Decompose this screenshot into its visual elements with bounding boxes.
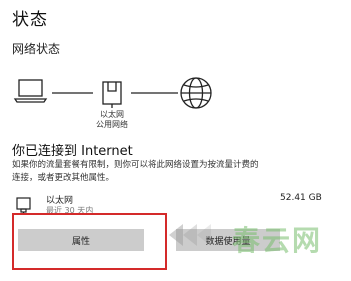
- network-profile: 公用网络: [96, 120, 128, 129]
- ethernet-icon: [102, 81, 122, 108]
- properties-button[interactable]: 属性: [18, 229, 144, 251]
- connection-description: 如果你的流量套餐有限制，则你可以将此网络设置为按流量计费的 连接，或者更改其他属…: [12, 159, 332, 185]
- connection-heading: 你已连接到 Internet: [12, 144, 133, 159]
- computer-icon: [13, 79, 48, 103]
- adapter-subtitle: 最近 30 天内: [46, 206, 94, 215]
- page-title: 状态: [12, 10, 48, 30]
- watermark-text: 春云网: [232, 224, 323, 257]
- network-status-heading: 网络状态: [12, 42, 61, 56]
- connection-description-line1: 如果你的流量套餐有限制，则你可以将此网络设置为按流量计费的: [12, 160, 259, 170]
- ethernet-adapter-icon: [16, 197, 31, 215]
- network-diagram: [13, 77, 212, 109]
- network-name: 以太网: [100, 110, 124, 119]
- connection-description-line2: 连接，或者更改其他属性。: [12, 173, 115, 183]
- adapter-data-used: 52.41 GB: [280, 193, 322, 203]
- watermark-arrow-icon: [169, 224, 211, 246]
- globe-icon: [180, 77, 212, 109]
- network-label: 以太网 公用网络: [88, 110, 136, 130]
